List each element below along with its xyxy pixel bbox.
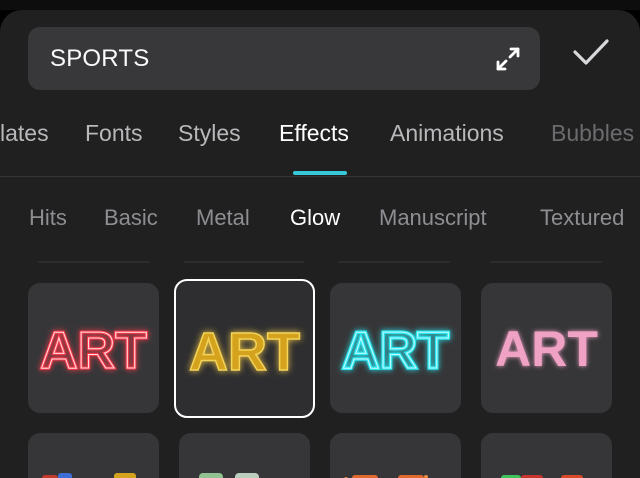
text-input-box[interactable]: SPORTS bbox=[28, 27, 540, 90]
effect-tile-gold-glow[interactable]: ART bbox=[174, 279, 315, 418]
text-input-value[interactable]: SPORTS bbox=[50, 27, 149, 90]
effect-preview-cyan-neon: ART ART bbox=[340, 320, 451, 382]
effect-tile-row2-1[interactable] bbox=[28, 433, 159, 478]
text-style-panel: SPORTS lates Fonts Styles Effects Animat… bbox=[0, 10, 640, 478]
effect-preview-partial bbox=[42, 473, 136, 478]
subtab-hits[interactable]: Hits bbox=[29, 205, 67, 231]
active-tab-indicator bbox=[293, 171, 347, 175]
tab-effects[interactable]: Effects bbox=[279, 120, 349, 147]
svg-text:ART: ART bbox=[189, 322, 300, 382]
tab-styles[interactable]: Styles bbox=[178, 120, 241, 147]
effect-tile-cyan-neon[interactable]: ART ART bbox=[330, 283, 461, 413]
scrolled-tile-edge bbox=[184, 261, 304, 263]
effect-tile-red-neon[interactable]: ART ART bbox=[28, 283, 159, 413]
subtab-basic[interactable]: Basic bbox=[104, 205, 158, 231]
effect-preview-partial bbox=[199, 473, 259, 478]
subtab-textured[interactable]: Textured bbox=[540, 205, 624, 231]
svg-text:ART: ART bbox=[40, 322, 147, 380]
tabs-divider bbox=[0, 176, 640, 177]
scrolled-tile-edge bbox=[38, 261, 150, 263]
status-bar-strip bbox=[0, 0, 640, 10]
category-tabs: lates Fonts Styles Effects Animations Bu… bbox=[0, 110, 640, 176]
effect-preview-pink-glow: ART bbox=[495, 321, 598, 377]
expand-icon[interactable] bbox=[494, 45, 522, 73]
scrolled-tile-edge bbox=[490, 261, 602, 263]
effect-preview-red-neon: ART ART bbox=[39, 321, 149, 382]
effect-preview-partial bbox=[501, 475, 583, 478]
effect-tile-row2-4[interactable] bbox=[481, 433, 612, 478]
effect-tile-row2-2[interactable] bbox=[179, 433, 310, 478]
subtab-metal[interactable]: Metal bbox=[196, 205, 250, 231]
tab-bubbles[interactable]: Bubbles bbox=[551, 120, 634, 147]
svg-text:ART: ART bbox=[495, 321, 598, 377]
svg-text:ART: ART bbox=[342, 322, 449, 380]
subtab-manuscript[interactable]: Manuscript bbox=[379, 205, 487, 231]
effect-category-tabs: Hits Basic Metal Glow Manuscript Texture… bbox=[0, 200, 640, 240]
tab-templates[interactable]: lates bbox=[0, 120, 49, 147]
scrolled-tile-edge bbox=[338, 261, 450, 263]
subtab-glow[interactable]: Glow bbox=[290, 205, 340, 231]
effect-tile-pink-glow[interactable]: ART bbox=[481, 283, 612, 413]
tab-animations[interactable]: Animations bbox=[390, 120, 504, 147]
check-icon[interactable] bbox=[571, 36, 611, 68]
effect-tile-row2-3[interactable] bbox=[330, 433, 461, 478]
tab-fonts[interactable]: Fonts bbox=[85, 120, 143, 147]
effect-preview-gold-glow: ART bbox=[188, 321, 300, 383]
effect-preview-partial bbox=[344, 475, 428, 478]
